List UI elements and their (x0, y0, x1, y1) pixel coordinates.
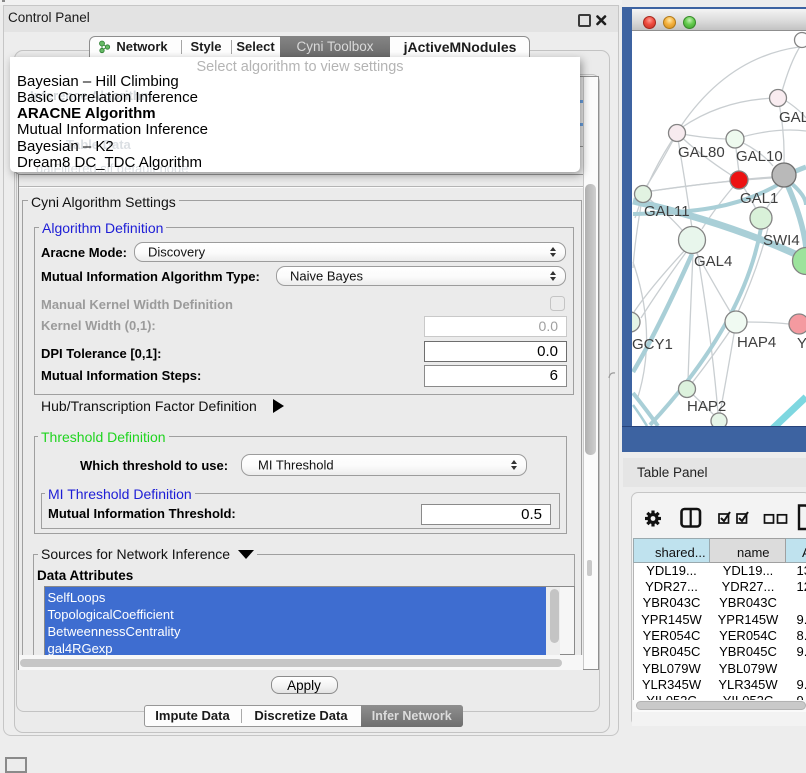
svg-text:GAL4: GAL4 (694, 253, 732, 270)
svg-text:GAL80: GAL80 (678, 144, 725, 161)
svg-text:Y: Y (797, 335, 806, 352)
svg-text:GAL7: GAL7 (779, 109, 806, 126)
svg-text:GAL11: GAL11 (644, 203, 690, 220)
svg-text:HAP2: HAP2 (687, 398, 726, 415)
svg-text:GCY1: GCY1 (632, 336, 673, 353)
svg-text:GAL10: GAL10 (736, 148, 783, 165)
svg-text:GAL1: GAL1 (740, 190, 778, 207)
svg-text:HAP4: HAP4 (737, 334, 776, 351)
svg-text:SWI4: SWI4 (763, 232, 800, 249)
